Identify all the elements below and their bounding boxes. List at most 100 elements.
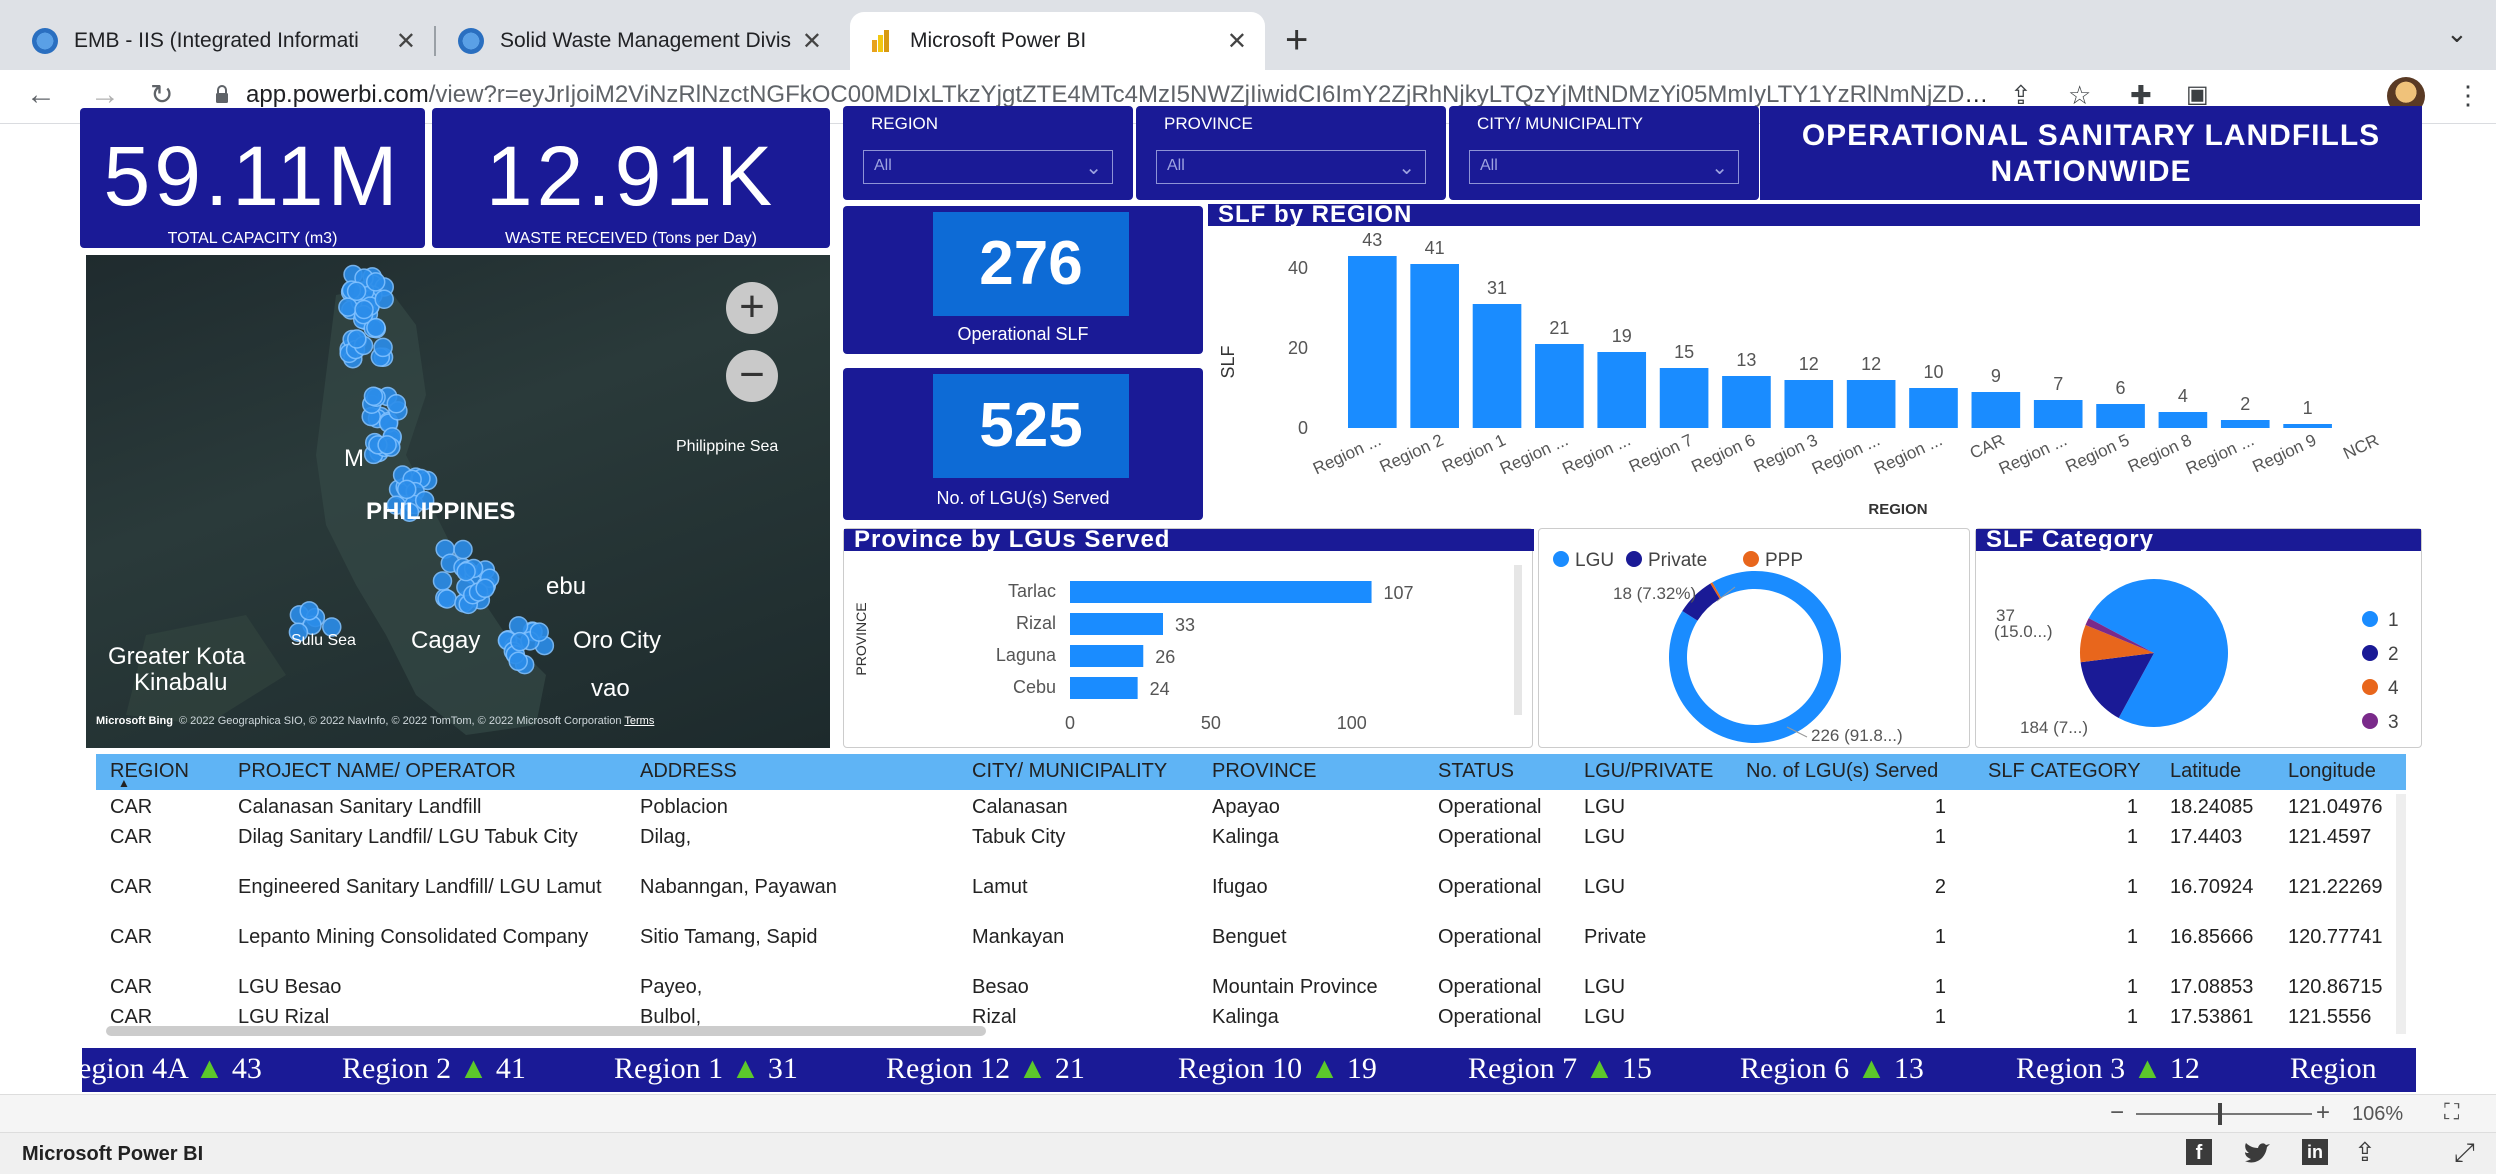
tab-search-chevron-icon[interactable]: ⌄ [2446,18,2468,49]
zoom-in-icon[interactable]: + [2316,1099,2330,1127]
landfill-marker[interactable] [347,329,367,349]
new-tab-icon[interactable]: + [1285,18,1308,63]
close-tab-icon[interactable]: ✕ [802,27,822,56]
landfill-marker[interactable] [437,589,457,609]
forward-arrow-icon[interactable]: → [90,78,120,112]
landfill-marker[interactable] [365,272,386,292]
landfill-marker[interactable] [432,571,453,591]
browser-tab-swm[interactable]: Solid Waste Management Divis ✕ [440,12,840,70]
map-terms-link[interactable]: Terms [624,715,654,727]
bar[interactable] [1597,352,1647,428]
landfill-marker[interactable] [373,337,393,358]
landfill-marker[interactable] [456,561,476,582]
side-panel-icon[interactable]: ▣ [2186,80,2209,109]
landfill-table[interactable]: REGION ▲ PROJECT NAME/ OPERATOR ADDRESS … [96,754,2418,1042]
bar[interactable] [1070,677,1138,699]
zoom-slider-thumb[interactable] [2218,1103,2222,1125]
donut-chart-svg[interactable]: LGU Private PPP 18 (7.32%) 226 (91.8...) [1539,529,1971,747]
province-slicer[interactable]: PROVINCE All ⌄ [1136,106,1446,200]
province-dropdown[interactable]: All ⌄ [1156,150,1426,184]
landfill-marker[interactable] [366,317,386,338]
region-dropdown[interactable]: All ⌄ [863,150,1113,184]
header-province[interactable]: PROVINCE [1212,760,1316,783]
twitter-icon[interactable] [2243,1141,2271,1165]
pie-chart-svg[interactable]: 37(15.0...)184 (7...)1243 [1976,529,2423,747]
header-slf-category[interactable]: SLF CATEGORY [1988,760,2141,783]
browser-tab-powerbi[interactable]: Microsoft Power BI ✕ [850,12,1265,70]
bar[interactable] [2096,404,2145,428]
city-slicer[interactable]: CITY/ MUNICIPALITY All ⌄ [1449,106,1759,200]
back-arrow-icon[interactable]: ← [26,78,56,112]
operational-slf-card[interactable]: 276 Operational SLF [843,206,1203,354]
reload-icon[interactable]: ↻ [150,78,173,111]
lock-icon[interactable] [214,84,230,104]
landfill-marker[interactable] [377,435,397,455]
landfill-marker[interactable] [386,393,407,414]
landfill-marker[interactable] [354,299,374,320]
close-tab-icon[interactable]: ✕ [1227,27,1247,56]
landfill-marker[interactable] [529,622,549,642]
lgu-served-card[interactable]: 525 No. of LGU(s) Served [843,368,1203,520]
header-status[interactable]: STATUS [1438,760,1514,783]
bar[interactable] [1348,256,1397,428]
table-horizontal-scrollbar[interactable] [106,1026,986,1036]
bar[interactable] [1070,645,1144,667]
landfill-marker[interactable] [508,651,528,672]
bar[interactable] [1909,388,1958,428]
zoom-in-icon[interactable]: + [726,282,778,334]
table-row[interactable]: CAR Lepanto Mining Consolidated Company Si… [96,926,2406,976]
slf-category-pie[interactable]: SLF Category 37 (15.0...) 184 (7...) 1 2 4 3 [1975,528,2422,748]
slf-by-region-chart[interactable]: SLF by REGION SLF 0 20 40 43 41 31 21 19 15 13 12 12… [1208,203,2422,524]
url-field[interactable]: app.powerbi.com/view?r=eyJrIjoiM2ViNzRlN… [246,81,1996,109]
bar[interactable] [1472,304,1522,428]
bar[interactable] [1070,581,1372,603]
bar-chart-svg[interactable]: SLF0204043 413121 1915 13 12 12 10 9 7 6 4 2 1Region… [1208,204,2422,522]
landfill-marker[interactable] [299,601,319,621]
landfill-marker[interactable] [396,479,417,500]
chart-scrollbar[interactable] [1514,565,1522,715]
header-lgu-private[interactable]: LGU/PRIVATE [1584,760,1713,783]
sort-ascending-icon[interactable]: ▲ [118,776,130,790]
region-slicer[interactable]: REGION All ⌄ [843,106,1133,200]
share-icon[interactable]: ⇪ [2354,1137,2376,1168]
zoom-slider-track[interactable] [2136,1113,2312,1115]
bar[interactable] [2283,424,2332,428]
bar[interactable] [1410,264,1459,428]
table-row[interactable]: CAR Calanasan Sanitary Landfill Poblacion C… [96,796,2406,826]
bar[interactable] [2033,400,2083,428]
zoom-out-icon[interactable]: − [726,350,778,402]
slf-map[interactable]: + − Philippine Sea PHILIPPINES Sulu Sea … [86,255,830,748]
waste-received-kpi[interactable]: 12.91K WASTE RECEIVED (Tons per Day) [432,108,830,248]
table-row[interactable]: CAR Engineered Sanitary Landfill/ LGU Lam… [96,876,2406,926]
header-lgu-served[interactable]: No. of LGU(s) Served [1746,760,1938,783]
landfill-marker[interactable] [363,386,384,407]
header-city[interactable]: CITY/ MUNICIPALITY [972,760,1167,783]
city-dropdown[interactable]: All ⌄ [1469,150,1739,184]
zoom-out-icon[interactable]: − [2110,1099,2124,1127]
landfill-marker[interactable] [510,631,530,652]
header-address[interactable]: ADDRESS [640,760,737,783]
close-tab-icon[interactable]: ✕ [396,27,416,56]
province-by-lgu-chart[interactable]: Province by LGUs Served PROVINCE Tarlac 10… [843,528,1534,748]
header-longitude[interactable]: Longitude [2288,760,2376,783]
fit-to-page-icon[interactable]: ⛶ [2444,1099,2459,1125]
bar[interactable] [1846,380,1896,428]
header-project[interactable]: PROJECT NAME/ OPERATOR [238,760,516,783]
table-vertical-scrollbar[interactable] [2396,794,2406,1034]
menu-kebab-icon[interactable]: ⋮ [2455,80,2481,111]
header-latitude[interactable]: Latitude [2170,760,2241,783]
table-row[interactable]: CAR Dilag Sanitary Landfil/ LGU Tabuk Cit… [96,826,2406,876]
bar[interactable] [1971,392,2021,428]
landfill-marker[interactable] [346,281,367,302]
facebook-icon[interactable]: f [2186,1139,2212,1165]
expand-icon[interactable]: ⤢ [2454,1137,2475,1169]
landfill-marker[interactable] [475,578,495,599]
linkedin-icon[interactable]: in [2302,1139,2328,1165]
bar[interactable] [1659,368,1709,428]
table-row[interactable]: CAR LGU Besao Payeo, Besao Mountain Province… [96,976,2406,1006]
bar[interactable] [1535,344,1584,428]
landfill-marker[interactable] [453,539,473,560]
browser-tab-emb[interactable]: EMB - IIS (Integrated Informati ✕ [14,12,434,70]
landfill-marker[interactable] [374,289,394,309]
bar[interactable] [1070,613,1163,635]
